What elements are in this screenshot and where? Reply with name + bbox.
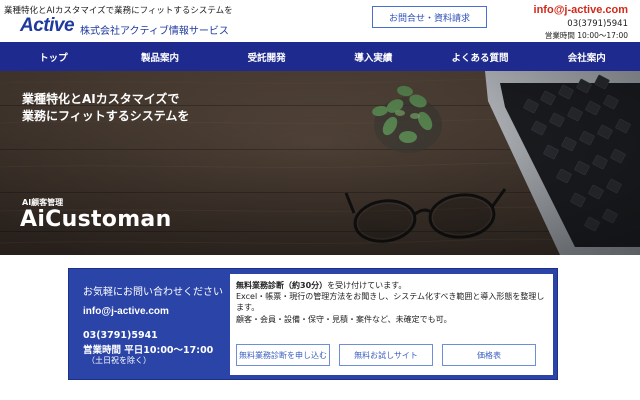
consultation-highlight: 無料業務診断（約30分） — [236, 281, 328, 290]
nav-item-company[interactable]: 会社案内 — [533, 42, 640, 71]
header-phone: 03(3791)5941 — [567, 19, 628, 29]
inquiry-button[interactable]: お問合せ・資料請求 — [372, 6, 487, 28]
nav-item-faq[interactable]: よくある質問 — [427, 42, 534, 71]
consultation-line1-rest: を受け付けています。 — [327, 281, 407, 290]
hero-banner: 業種特化とAIカスタマイズで 業務にフィットするシステムを AI顧客管理 AiC… — [0, 71, 640, 255]
contact-phone: 03(3791)5941 — [83, 330, 158, 341]
nav-item-case-studies[interactable]: 導入実績 — [320, 42, 427, 71]
hero-tagline-line1: 業種特化とAIカスタマイズで — [22, 92, 180, 106]
hero-title: AiCustoman — [20, 207, 172, 232]
consultation-line1: 無料業務診断（約30分）を受け付けています。 — [236, 280, 406, 291]
consultation-line2: Excel・帳票・現行の管理方法をお聞きし、システム化すべき範囲と導入形態を整理… — [236, 292, 545, 312]
contact-section: お気軽にお問い合わせください info@j-active.com 03(3791… — [0, 255, 640, 400]
contact-email-link[interactable]: info@j-active.com — [83, 306, 169, 317]
header-hours: 営業時間 10:00〜17:00 — [544, 31, 628, 40]
apply-free-diagnosis-button[interactable]: 無料業務診断を申し込む — [236, 344, 330, 366]
consultation-line3: 顧客・会員・設備・保守・見積・案件など、未確定でも可。 — [236, 315, 452, 324]
contact-holiday-note: （土日祝を除く） — [87, 356, 151, 365]
hero-tagline: 業種特化とAIカスタマイズで 業務にフィットするシステムを — [22, 91, 189, 125]
header-contact: info@j-active.com 03(3791)5941 営業時間 10:0… — [534, 4, 628, 41]
free-trial-site-button[interactable]: 無料お試しサイト — [339, 344, 433, 366]
logo[interactable]: Active — [20, 15, 75, 37]
price-list-button[interactable]: 価格表 — [442, 344, 536, 366]
header-email-link[interactable]: info@j-active.com — [534, 4, 628, 16]
nav-item-products[interactable]: 製品案内 — [107, 42, 214, 71]
nav-item-contract-dev[interactable]: 受託開発 — [213, 42, 320, 71]
main-nav: トップ 製品案内 受託開発 導入実績 よくある質問 会社案内 — [0, 42, 640, 71]
consultation-panel: 無料業務診断（約30分）を受け付けています。 Excel・帳票・現行の管理方法を… — [230, 274, 553, 375]
contact-heading: お気軽にお問い合わせください — [83, 287, 223, 298]
nav-item-top[interactable]: トップ — [0, 42, 107, 71]
hero-tagline-line2: 業務にフィットするシステムを — [22, 109, 190, 123]
company-name: 株式会社アクティブ情報サービス — [80, 26, 229, 37]
site-header: 業種特化とAIカスタマイズで業務にフィットするシステムを Active 株式会社… — [0, 0, 640, 42]
contact-box: お気軽にお問い合わせください info@j-active.com 03(3791… — [68, 268, 558, 380]
contact-hours: 営業時間 平日10:00〜17:00 — [83, 345, 214, 356]
